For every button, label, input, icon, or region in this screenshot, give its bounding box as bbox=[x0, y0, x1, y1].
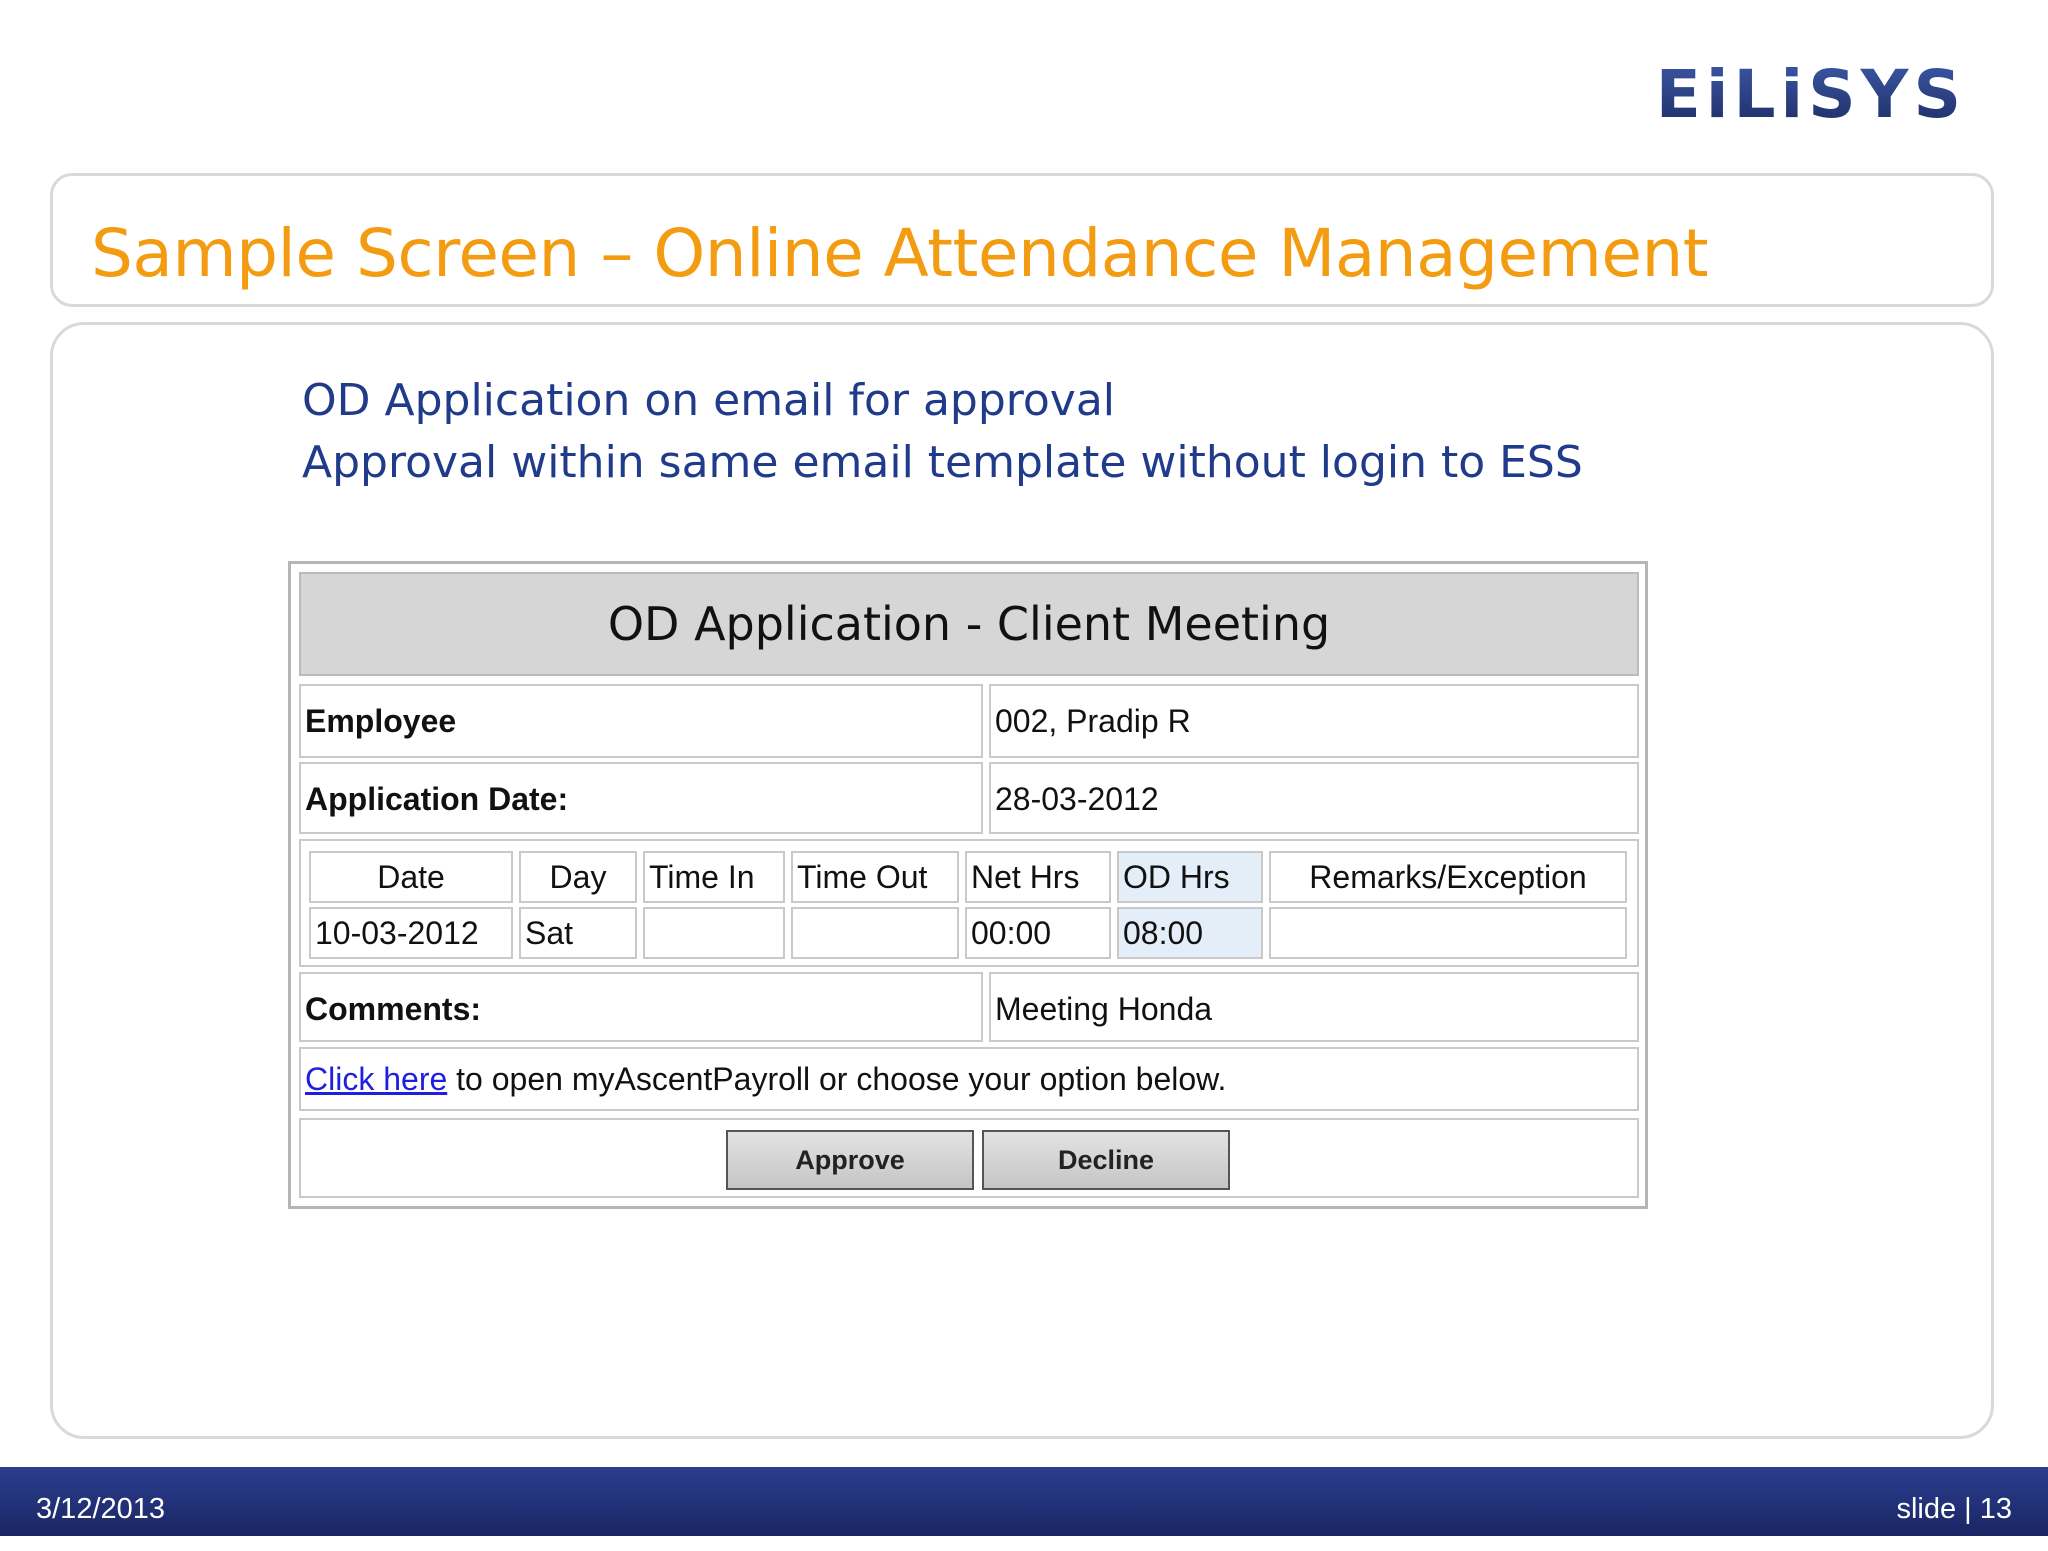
action-button-row: Approve Decline bbox=[299, 1118, 1639, 1198]
od-application-email: OD Application - Client Meeting Employee… bbox=[288, 561, 1648, 1209]
decline-button[interactable]: Decline bbox=[982, 1130, 1230, 1190]
col-header-day: Day bbox=[519, 851, 637, 903]
footer-slide-number: slide | 13 bbox=[1896, 1493, 2012, 1525]
payroll-link-row: Click here to open myAscentPayroll or ch… bbox=[299, 1047, 1639, 1111]
col-header-date: Date bbox=[309, 851, 513, 903]
cell-net-hrs: 00:00 bbox=[965, 907, 1111, 959]
comments-value: Meeting Honda bbox=[989, 972, 1639, 1042]
click-here-link[interactable]: Click here bbox=[305, 1061, 447, 1097]
cell-remarks bbox=[1269, 907, 1627, 959]
email-header: OD Application - Client Meeting bbox=[299, 572, 1639, 676]
od-details-table: Date Day Time In Time Out Net Hrs OD Hrs… bbox=[299, 839, 1639, 967]
bullet-line-2: Approval within same email template with… bbox=[302, 437, 1583, 488]
cell-day: Sat bbox=[519, 907, 637, 959]
slide-footer: 3/12/2013 slide | 13 bbox=[0, 1467, 2048, 1536]
col-header-time-in: Time In bbox=[643, 851, 785, 903]
slide-title: Sample Screen – Online Attendance Manage… bbox=[91, 215, 1709, 292]
employee-label: Employee bbox=[299, 684, 983, 758]
cell-time-in bbox=[643, 907, 785, 959]
cell-od-hrs: 08:00 bbox=[1117, 907, 1263, 959]
application-date-label: Application Date: bbox=[299, 762, 983, 834]
comments-label: Comments: bbox=[299, 972, 983, 1042]
col-header-od-hrs: OD Hrs bbox=[1117, 851, 1263, 903]
cell-date: 10-03-2012 bbox=[309, 907, 513, 959]
col-header-net-hrs: Net Hrs bbox=[965, 851, 1111, 903]
footer-date: 3/12/2013 bbox=[36, 1493, 166, 1525]
bullet-line-1: OD Application on email for approval bbox=[302, 375, 1116, 426]
cell-time-out bbox=[791, 907, 959, 959]
link-instruction-text: to open myAscentPayroll or choose your o… bbox=[447, 1061, 1227, 1097]
slide-bullets: OD Application on email for approval App… bbox=[302, 370, 1583, 494]
col-header-remarks: Remarks/Exception bbox=[1269, 851, 1627, 903]
approve-button[interactable]: Approve bbox=[726, 1130, 974, 1190]
title-panel: Sample Screen – Online Attendance Manage… bbox=[50, 173, 1994, 307]
col-header-time-out: Time Out bbox=[791, 851, 959, 903]
eilisys-logo: EiLiSYS bbox=[1618, 60, 1966, 130]
employee-value: 002, Pradip R bbox=[989, 684, 1639, 758]
application-date-value: 28-03-2012 bbox=[989, 762, 1639, 834]
